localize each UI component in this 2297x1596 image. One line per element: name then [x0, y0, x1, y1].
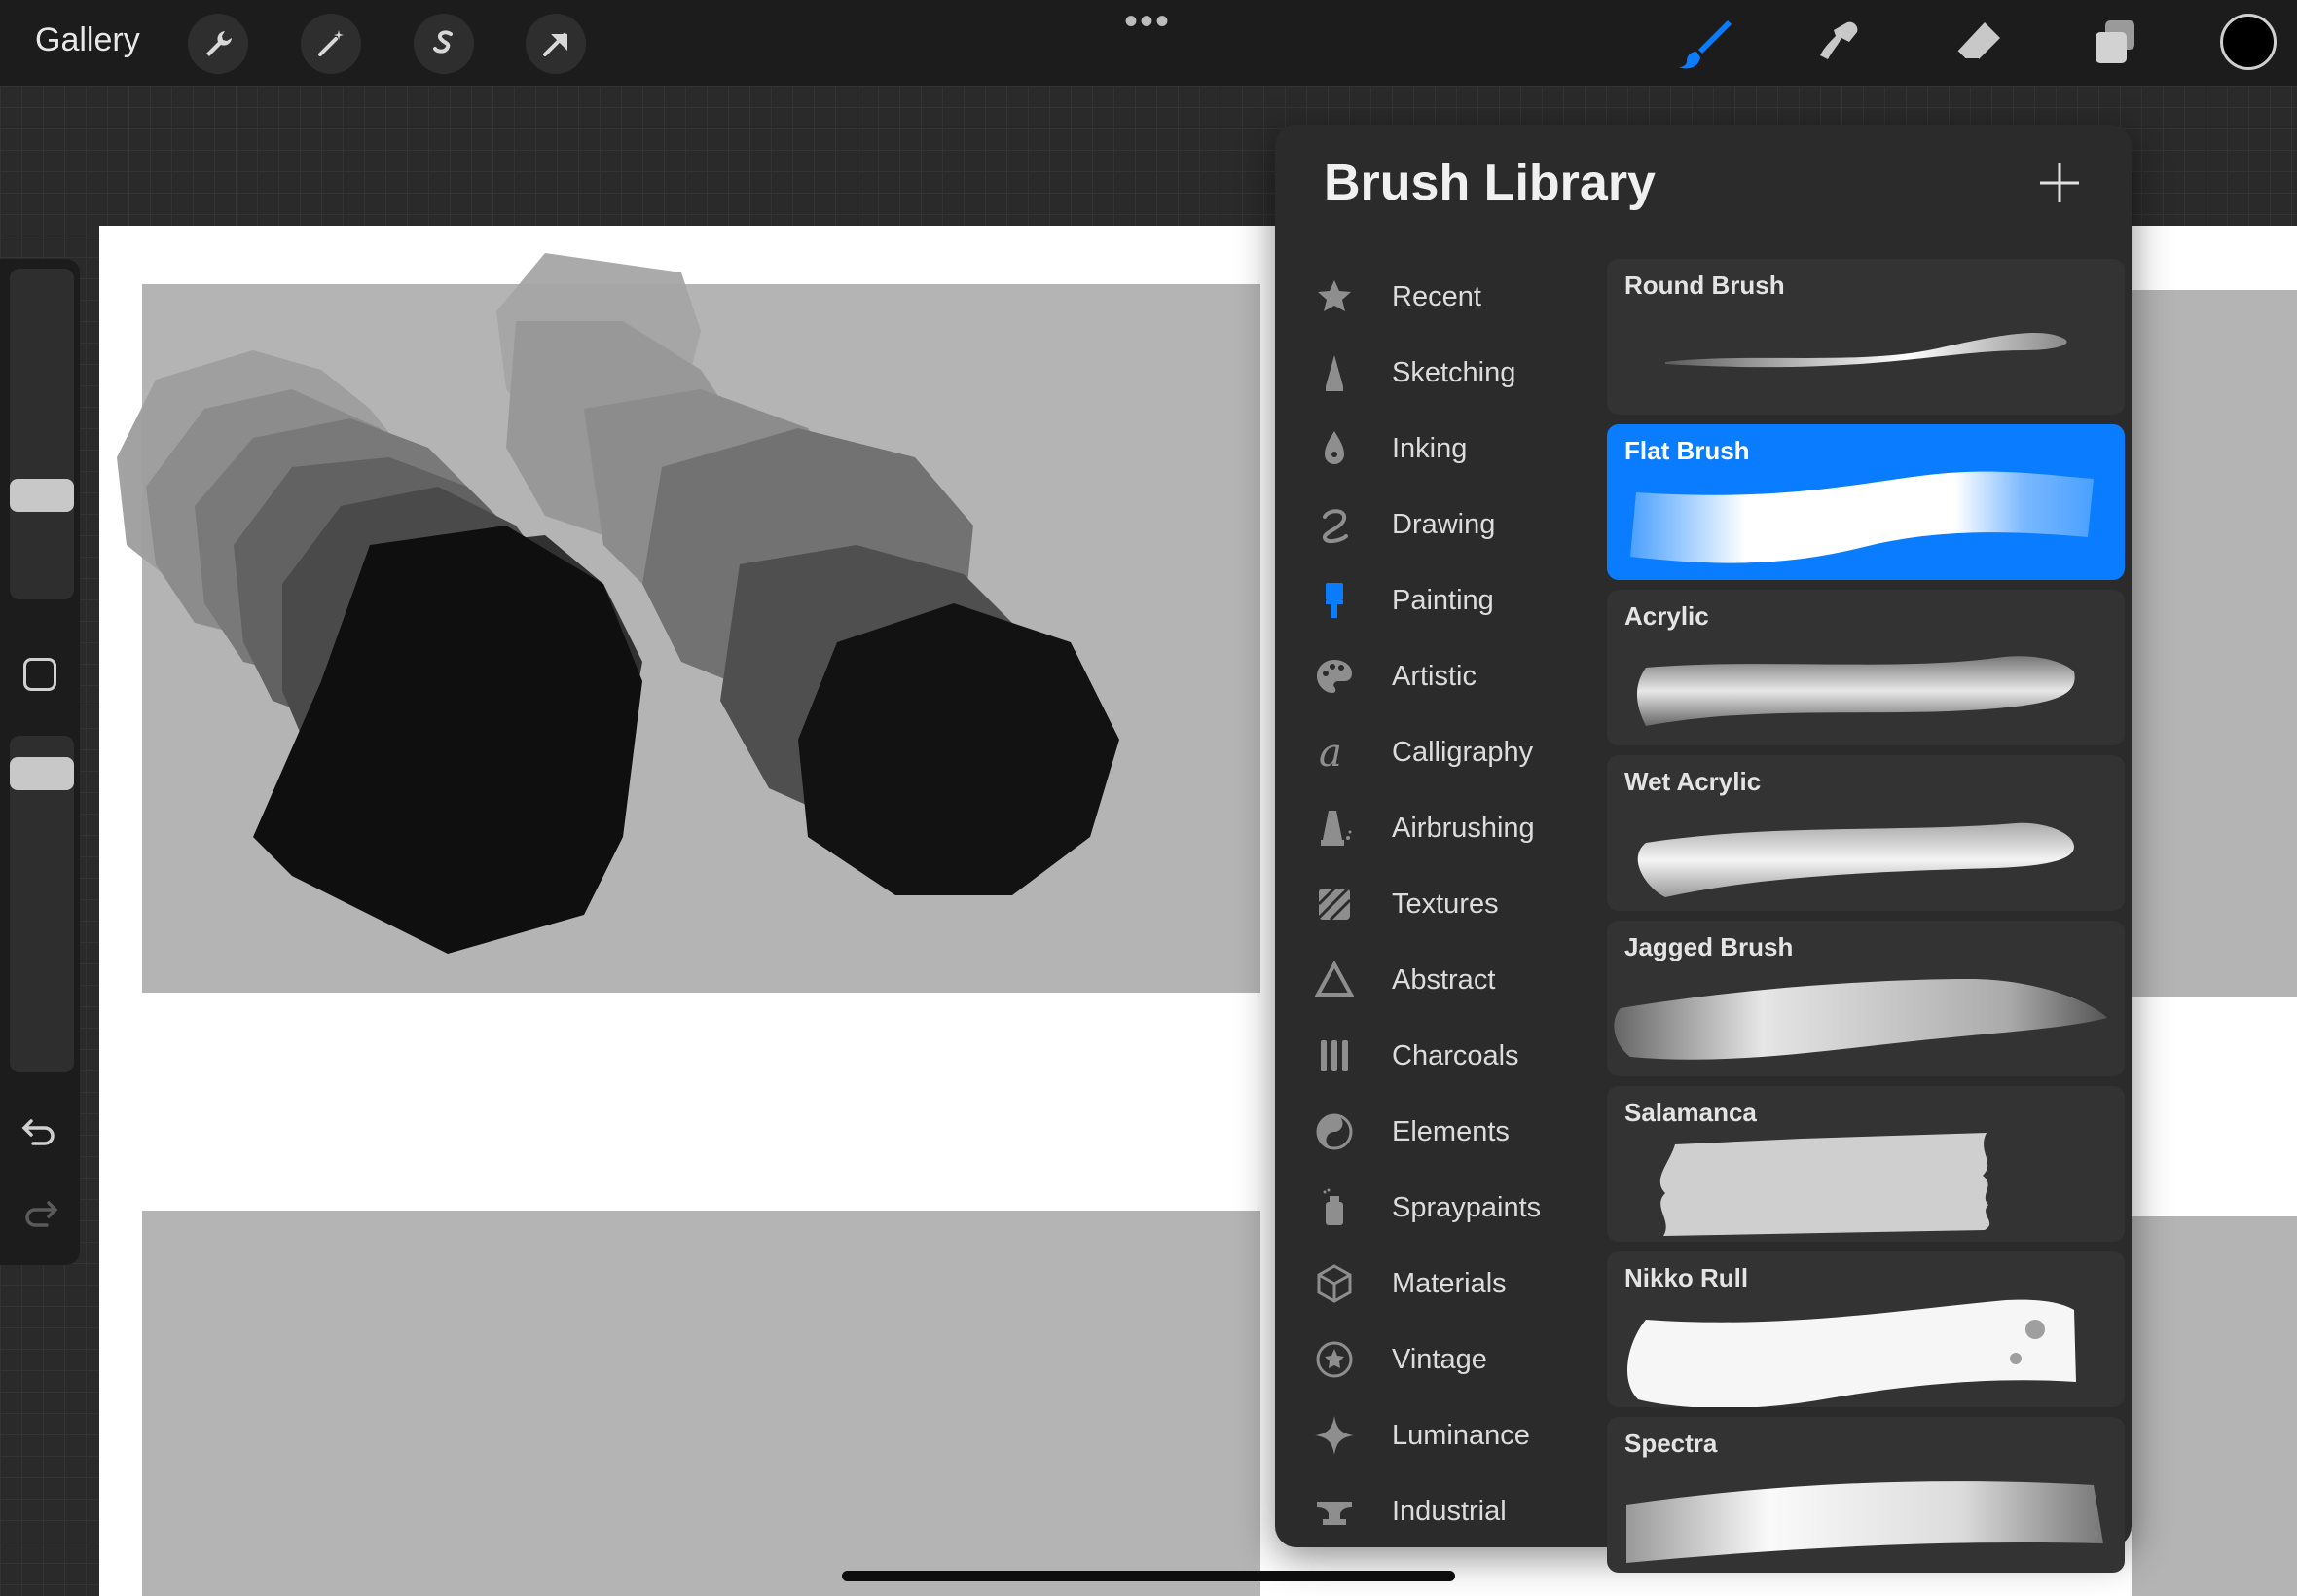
layers-icon[interactable]	[2085, 14, 2145, 74]
category-abstract[interactable]: Abstract	[1275, 942, 1598, 1018]
top-toolbar: Gallery •••	[0, 0, 2297, 86]
category-charcoals[interactable]: Charcoals	[1275, 1018, 1598, 1094]
brush-preview-jagged	[1614, 979, 2107, 1060]
smudge-icon[interactable]	[1811, 14, 1872, 74]
brush-jagged-brush[interactable]: Jagged Brush	[1607, 921, 2125, 1076]
texture-icon	[1314, 884, 1355, 925]
eraser-icon[interactable]	[1949, 14, 2009, 74]
category-recent[interactable]: Recent	[1275, 259, 1598, 335]
brush-salamanca[interactable]: Salamanca	[1607, 1086, 2125, 1242]
home-indicator[interactable]	[842, 1571, 1455, 1581]
artwork-strokes	[117, 253, 1119, 954]
selection-icon[interactable]	[414, 14, 474, 74]
star-icon	[1314, 276, 1355, 317]
brush-round-brush[interactable]: Round Brush	[1607, 259, 2125, 415]
brush-preview-round	[1665, 333, 2067, 368]
pen-nib-icon	[1314, 428, 1355, 469]
category-vintage[interactable]: Vintage	[1275, 1322, 1598, 1397]
brush-nikko-rull[interactable]: Nikko Rull	[1607, 1251, 2125, 1407]
anvil-icon	[1314, 1491, 1355, 1532]
pencil-tip-icon	[1314, 352, 1355, 393]
category-calligraphy[interactable]: a Calligraphy	[1275, 714, 1598, 790]
add-brush-button[interactable]	[2030, 154, 2089, 212]
cube-icon	[1314, 1263, 1355, 1304]
brush-library-title: Brush Library	[1324, 155, 1656, 211]
category-luminance[interactable]: Luminance	[1275, 1397, 1598, 1473]
undo-icon[interactable]	[19, 1111, 60, 1152]
category-inking[interactable]: Inking	[1275, 411, 1598, 487]
artwork-panel-right-bottom[interactable]	[2132, 1216, 2297, 1596]
paintbrush-icon	[1314, 580, 1355, 621]
brush-preview-wet-acrylic	[1637, 822, 2074, 897]
spray-can-icon	[1314, 1187, 1355, 1228]
sparkle-icon	[1314, 1415, 1355, 1456]
modify-square-icon[interactable]	[23, 658, 56, 691]
category-painting[interactable]: Painting	[1275, 562, 1598, 638]
wrench-icon[interactable]	[188, 14, 248, 74]
more-options-button[interactable]: •••	[1124, 2, 1171, 41]
star-badge-icon	[1314, 1339, 1355, 1380]
triangle-icon	[1314, 960, 1355, 1000]
category-spraypaints[interactable]: Spraypaints	[1275, 1170, 1598, 1246]
brush-spectra[interactable]: Spectra	[1607, 1417, 2125, 1573]
category-elements[interactable]: Elements	[1275, 1094, 1598, 1170]
category-artistic[interactable]: Artistic	[1275, 638, 1598, 714]
brush-preview-flat	[1630, 471, 2094, 563]
brush-library-popover: Brush Library Recent Sketching Inking Dr…	[1275, 125, 2132, 1573]
squiggle-icon	[1314, 504, 1355, 545]
category-textures[interactable]: Textures	[1275, 866, 1598, 942]
svg-text:a: a	[1319, 733, 1342, 772]
gallery-button[interactable]: Gallery	[35, 21, 140, 59]
color-picker-well[interactable]	[2220, 14, 2277, 70]
brush-flat-brush[interactable]: Flat Brush	[1607, 424, 2125, 580]
artwork-panel-bottom[interactable]	[142, 1211, 1260, 1596]
brush-size-handle[interactable]	[10, 479, 74, 512]
brush-acrylic[interactable]: Acrylic	[1607, 590, 2125, 745]
airbrush-icon	[1314, 808, 1355, 849]
category-sketching[interactable]: Sketching	[1275, 335, 1598, 411]
brush-preview-acrylic	[1636, 656, 2075, 726]
magic-wand-icon[interactable]	[301, 14, 361, 74]
transform-arrow-icon[interactable]	[526, 14, 586, 74]
brush-icon[interactable]	[1674, 14, 1734, 74]
left-sidebar	[0, 259, 80, 1265]
category-materials[interactable]: Materials	[1275, 1246, 1598, 1322]
category-drawing[interactable]: Drawing	[1275, 487, 1598, 562]
charcoal-sticks-icon	[1314, 1035, 1355, 1076]
category-industrial[interactable]: Industrial	[1275, 1473, 1598, 1549]
brush-preview-salamanca	[1659, 1133, 1990, 1236]
brush-preview-nikko-rull	[1626, 1299, 2076, 1407]
artwork-panel-right-top[interactable]	[2132, 290, 2297, 997]
palette-icon	[1314, 656, 1355, 697]
script-a-icon: a	[1314, 732, 1355, 773]
brush-size-slider[interactable]	[10, 269, 74, 599]
brush-wet-acrylic[interactable]: Wet Acrylic	[1607, 755, 2125, 911]
opacity-handle[interactable]	[10, 757, 74, 790]
yin-yang-icon	[1314, 1111, 1355, 1152]
redo-icon[interactable]	[19, 1193, 60, 1234]
category-airbrushing[interactable]: Airbrushing	[1275, 790, 1598, 866]
brush-preview-spectra	[1626, 1481, 2103, 1563]
